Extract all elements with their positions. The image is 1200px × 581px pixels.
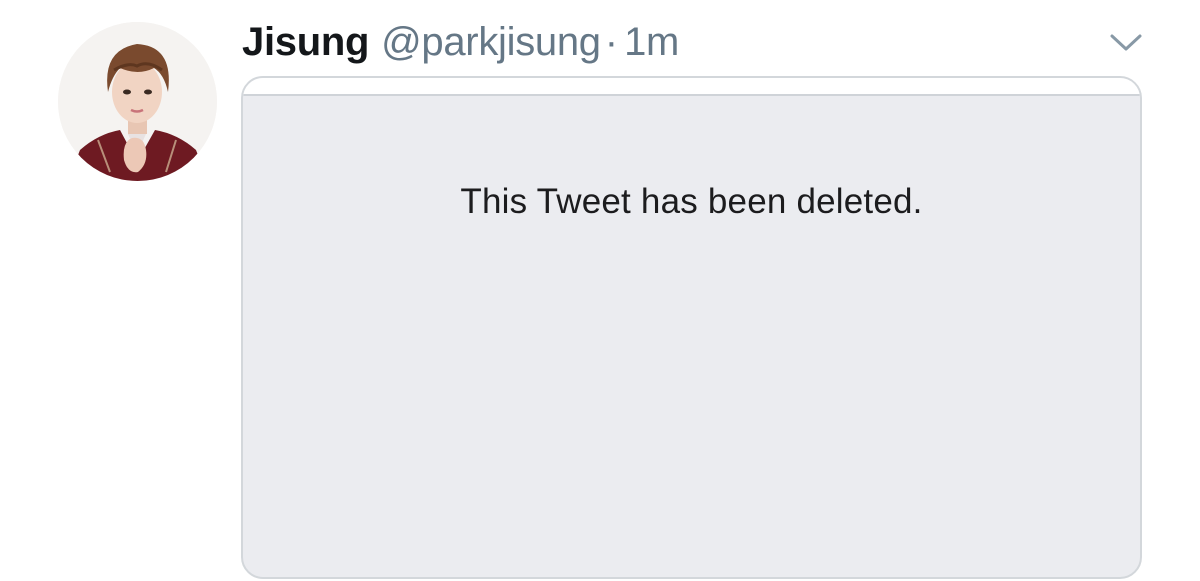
avatar-image — [58, 22, 217, 181]
tweet[interactable]: Jisung @parkjisung · 1m This Tweet has b… — [0, 0, 1200, 581]
card-top-divider — [243, 78, 1140, 96]
timestamp[interactable]: 1m — [624, 20, 679, 65]
deleted-tweet-message: This Tweet has been deleted. — [460, 182, 923, 221]
user-handle[interactable]: @parkjisung — [381, 20, 601, 65]
tweet-header: Jisung @parkjisung · 1m — [242, 20, 679, 72]
chevron-down-icon[interactable] — [1106, 28, 1146, 56]
avatar[interactable] — [58, 22, 217, 181]
display-name[interactable]: Jisung — [242, 20, 369, 65]
separator-dot: · — [604, 20, 619, 64]
quoted-tweet-card[interactable]: This Tweet has been deleted. — [241, 76, 1142, 579]
